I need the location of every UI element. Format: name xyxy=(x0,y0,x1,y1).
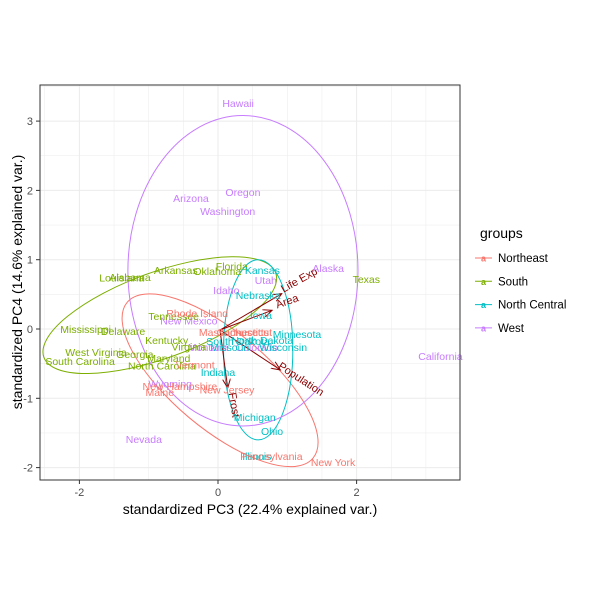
state-label: South Carolina xyxy=(45,356,115,368)
state-label: Rhode Island xyxy=(166,308,228,320)
state-label: Nevada xyxy=(126,434,162,446)
state-label: Oregon xyxy=(225,187,260,199)
legend-entry: North Central xyxy=(498,300,566,312)
state-label: Arkansas xyxy=(154,265,198,277)
legend-entry: West xyxy=(498,323,525,335)
state-label: Wisconsin xyxy=(259,342,307,354)
state-label: Texas xyxy=(353,274,380,286)
x-tick-label: 0 xyxy=(215,487,221,499)
y-tick-label: 3 xyxy=(27,116,33,128)
state-label: Pennsylvania xyxy=(240,451,303,463)
state-label: Delaware xyxy=(101,326,146,338)
y-tick-label: 2 xyxy=(27,185,33,197)
state-label: Connecticut xyxy=(217,327,273,339)
x-tick-label: -2 xyxy=(75,487,85,499)
state-label: Maine xyxy=(145,387,174,399)
state-label: Kansas xyxy=(245,265,280,277)
biplot-svg: Life ExpAreaPopulationFrost HawaiiArizon… xyxy=(9,84,566,517)
state-label: Iowa xyxy=(250,310,272,322)
state-label: Virginia xyxy=(171,341,206,353)
x-tick-label: 2 xyxy=(354,487,360,499)
state-label: Nebraska xyxy=(236,290,281,302)
state-label: Vermont xyxy=(176,359,215,371)
legend: groups a Northeasta Southa North Centrala We… xyxy=(475,225,566,335)
x-axis-label: standardized PC3 (22.4% explained var.) xyxy=(123,501,377,517)
y-tick-label: -2 xyxy=(23,463,33,475)
state-label: Hawaii xyxy=(222,98,254,110)
state-label: Washington xyxy=(200,206,255,218)
biplot-figure: Life Exp Area Population Frost Hawaii Arizon… xyxy=(0,0,600,600)
state-label: Alaska xyxy=(312,263,344,275)
state-label: Ohio xyxy=(261,426,283,438)
y-tick-label: 0 xyxy=(27,324,33,336)
state-label: Missouri xyxy=(210,342,249,354)
state-label: Alabama xyxy=(109,272,151,284)
state-label: Arizona xyxy=(173,193,209,205)
state-label: Oklahoma xyxy=(193,266,241,278)
state-label: Michigan xyxy=(234,412,276,424)
legend-entry: Northeast xyxy=(498,253,549,265)
legend-entry: South xyxy=(498,276,528,288)
legend-title: groups xyxy=(480,225,523,241)
state-label: California xyxy=(418,351,463,363)
y-tick-label: 1 xyxy=(27,255,33,267)
state-label: New York xyxy=(311,457,356,469)
state-label: New Jersey xyxy=(200,384,256,396)
y-axis-label: standardized PC4 (14.6% explained var.) xyxy=(9,155,25,409)
